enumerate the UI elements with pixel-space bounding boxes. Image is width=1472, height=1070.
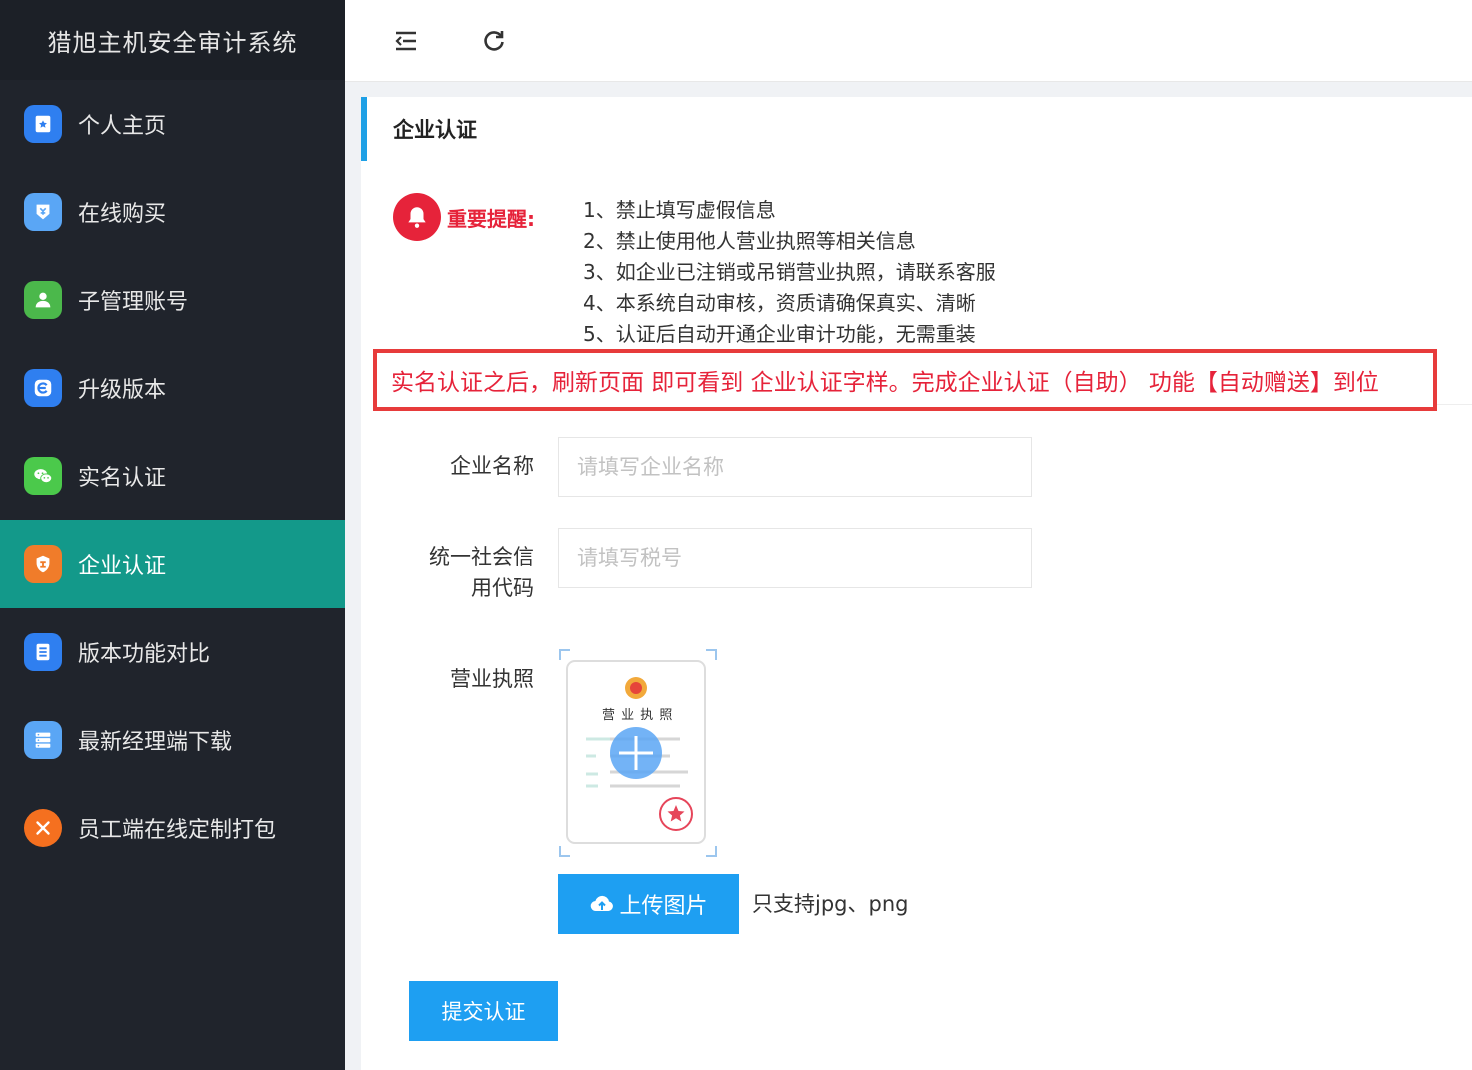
sidebar-item-label: 子管理账号: [78, 290, 189, 315]
credit-code-label: 统一社会信 用代码: [409, 542, 534, 604]
bell-icon: [393, 193, 441, 241]
notice-item: 5、认证后自动开通企业审计功能，无需重装: [583, 322, 976, 346]
app-title: 猎旭主机安全审计系统: [0, 0, 345, 80]
upload-image-button[interactable]: 上传图片: [558, 874, 739, 934]
notice-item: 4、本系统自动审核，资质请确保真实、清晰: [583, 291, 976, 315]
document-icon: [24, 633, 62, 671]
sidebar-item-label: 企业认证: [78, 554, 167, 579]
upgrade-icon: [24, 369, 62, 407]
sidebar-nav: 个人主页 在线购买 子管理账号 升级版本 实名认证 企业认证 版本功能对比 最新…: [0, 80, 345, 872]
sidebar-item-realname[interactable]: 实名认证: [0, 432, 345, 520]
cloud-upload-icon: [591, 895, 614, 912]
enterprise-shield-icon: [24, 545, 62, 583]
sidebar-item-label: 在线购买: [78, 202, 167, 227]
server-icon: [24, 721, 62, 759]
sidebar-item-package[interactable]: 员工端在线定制打包: [0, 784, 345, 872]
notice-label: 重要提醒:: [447, 207, 535, 231]
sidebar-item-home[interactable]: 个人主页: [0, 80, 345, 168]
shop-icon: [24, 193, 62, 231]
top-header: [345, 0, 1472, 82]
menu-collapse-icon[interactable]: [386, 21, 426, 61]
realname-tip-banner: 实名认证之后，刷新页面 即可看到 企业认证字样。完成企业认证（自助） 功能【自动…: [373, 349, 1437, 411]
sidebar-item-label: 版本功能对比: [78, 642, 211, 667]
user-icon: [24, 281, 62, 319]
credit-code-label-line1: 统一社会信: [429, 545, 534, 569]
sidebar-item-label: 实名认证: [78, 466, 167, 491]
home-icon: [24, 105, 62, 143]
company-name-input[interactable]: [558, 437, 1032, 497]
sidebar-item-shop[interactable]: 在线购买: [0, 168, 345, 256]
notice-header: 重要提醒:: [393, 193, 535, 241]
sidebar-item-compare[interactable]: 版本功能对比: [0, 608, 345, 696]
upload-hint: 只支持jpg、png: [752, 892, 909, 916]
sidebar-item-enterprise[interactable]: 企业认证: [0, 520, 345, 608]
notice-item: 3、如企业已注销或吊销营业执照，请联系客服: [583, 260, 996, 284]
sidebar-item-label: 升级版本: [78, 378, 167, 403]
license-image-caption: 营 业 执 照: [602, 708, 674, 723]
notice-list: 1、禁止填写虚假信息 2、禁止使用他人营业执照等相关信息 3、如企业已注销或吊销…: [583, 195, 996, 350]
license-label: 营业执照: [450, 667, 534, 691]
wechat-icon: [24, 457, 62, 495]
sidebar-item-sub-accounts[interactable]: 子管理账号: [0, 256, 345, 344]
license-upload-area[interactable]: 营 业 执 照: [558, 648, 718, 858]
notice-item: 1、禁止填写虚假信息: [583, 198, 776, 222]
credit-code-input[interactable]: [558, 528, 1032, 588]
tools-icon: [24, 809, 62, 847]
company-name-label: 企业名称: [450, 454, 534, 478]
sidebar-item-label: 个人主页: [78, 114, 167, 139]
sidebar-item-upgrade[interactable]: 升级版本: [0, 344, 345, 432]
sidebar: 猎旭主机安全审计系统 个人主页 在线购买 子管理账号 升级版本 实名认证 企业认…: [0, 0, 345, 1070]
submit-auth-button[interactable]: 提交认证: [409, 981, 558, 1041]
enterprise-auth-card: 企业认证 重要提醒: 1、禁止填写虚假信息 2、禁止使用他人营业执照等相关信息 …: [361, 97, 1472, 1070]
notice-item: 2、禁止使用他人营业执照等相关信息: [583, 229, 916, 253]
credit-code-label-line2: 用代码: [471, 576, 534, 600]
upload-button-label: 上传图片: [619, 894, 708, 919]
sidebar-item-download[interactable]: 最新经理端下载: [0, 696, 345, 784]
page-title: 企业认证: [361, 97, 1472, 161]
refresh-icon[interactable]: [474, 21, 514, 61]
divider: [1437, 404, 1472, 405]
sidebar-item-label: 最新经理端下载: [78, 730, 233, 755]
sidebar-item-label: 员工端在线定制打包: [78, 818, 277, 843]
